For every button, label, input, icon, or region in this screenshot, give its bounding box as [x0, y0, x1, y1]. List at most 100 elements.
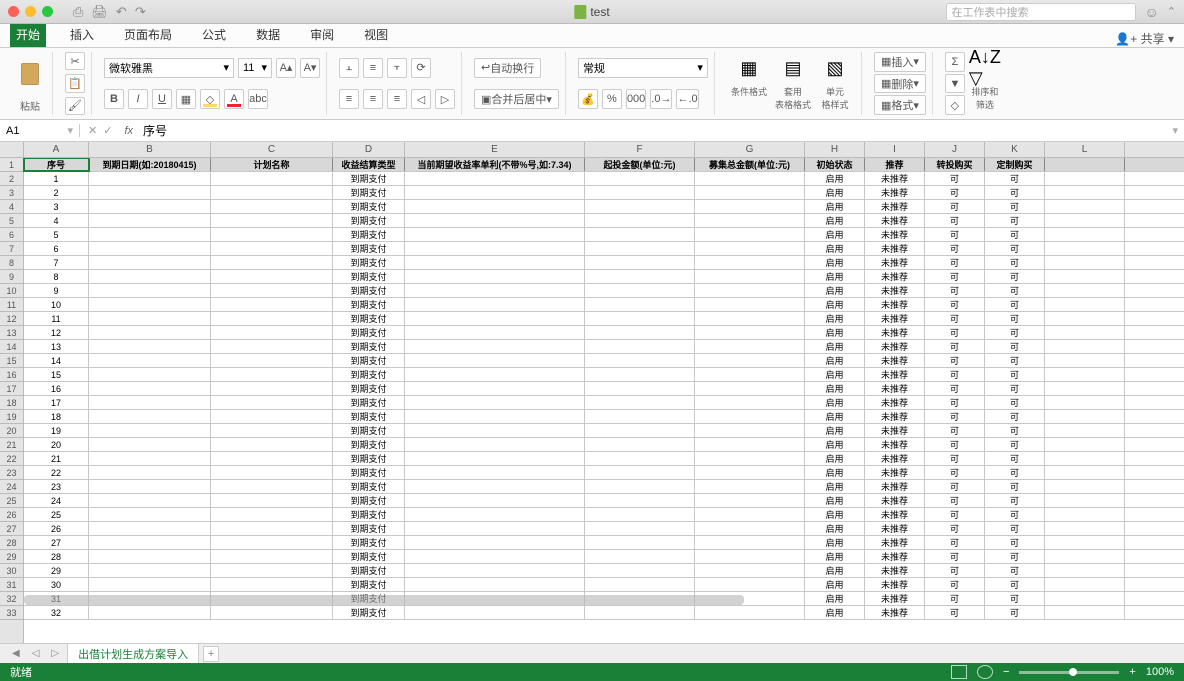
cell[interactable]: 未推荐	[865, 340, 925, 353]
cell[interactable]: 16	[24, 382, 89, 395]
row-header[interactable]: 31	[0, 578, 23, 592]
cell[interactable]: 启用	[805, 480, 865, 493]
cell[interactable]	[585, 186, 695, 199]
row-header[interactable]: 4	[0, 200, 23, 214]
col-header-I[interactable]: I	[865, 142, 925, 157]
cell[interactable]	[1045, 494, 1125, 507]
cell[interactable]: 未推荐	[865, 256, 925, 269]
cell[interactable]: 未推荐	[865, 466, 925, 479]
cell[interactable]	[585, 480, 695, 493]
cell[interactable]: 未推荐	[865, 536, 925, 549]
cell[interactable]	[585, 438, 695, 451]
cell[interactable]	[211, 522, 333, 535]
comma-icon[interactable]: 000	[626, 89, 646, 109]
cell[interactable]	[89, 326, 211, 339]
cell[interactable]	[211, 242, 333, 255]
row-header[interactable]: 30	[0, 564, 23, 578]
cell[interactable]: 到期支付	[333, 410, 405, 423]
cell[interactable]	[585, 466, 695, 479]
cell[interactable]	[211, 382, 333, 395]
undo-icon[interactable]: ↶	[116, 4, 127, 20]
row-header[interactable]: 1	[0, 158, 23, 172]
cell[interactable]	[585, 536, 695, 549]
cell[interactable]	[585, 368, 695, 381]
cell[interactable]: 未推荐	[865, 326, 925, 339]
cell[interactable]	[89, 354, 211, 367]
cell[interactable]: 可	[985, 508, 1045, 521]
cell[interactable]	[1045, 256, 1125, 269]
cell[interactable]: 可	[925, 396, 985, 409]
cell[interactable]	[1045, 396, 1125, 409]
cell[interactable]: 可	[925, 242, 985, 255]
cell[interactable]: 可	[985, 298, 1045, 311]
cell[interactable]: 未推荐	[865, 214, 925, 227]
underline-button[interactable]: U	[152, 89, 172, 109]
cell[interactable]: 启用	[805, 452, 865, 465]
cell[interactable]: 23	[24, 480, 89, 493]
cell[interactable]	[695, 466, 805, 479]
cell[interactable]: 可	[925, 480, 985, 493]
cell[interactable]	[585, 410, 695, 423]
cell[interactable]	[1045, 466, 1125, 479]
cell[interactable]	[695, 578, 805, 591]
cell[interactable]: 可	[985, 172, 1045, 185]
align-bottom-icon[interactable]: ⫟	[387, 58, 407, 78]
cell[interactable]: 可	[925, 326, 985, 339]
cell[interactable]: 募集总金额(单位:元)	[695, 158, 805, 171]
cell[interactable]: 可	[985, 326, 1045, 339]
cell[interactable]: 可	[925, 564, 985, 577]
cell[interactable]: 启用	[805, 550, 865, 563]
cell[interactable]: 11	[24, 312, 89, 325]
cell[interactable]	[89, 438, 211, 451]
row-header[interactable]: 22	[0, 452, 23, 466]
cell[interactable]	[585, 396, 695, 409]
number-format-select[interactable]: 常规▾	[578, 58, 708, 78]
cell[interactable]	[405, 606, 585, 619]
cell[interactable]	[405, 298, 585, 311]
cell[interactable]	[585, 270, 695, 283]
cell[interactable]	[211, 424, 333, 437]
cell[interactable]: 可	[985, 214, 1045, 227]
cell[interactable]: 启用	[805, 368, 865, 381]
cell[interactable]: 序号	[24, 158, 89, 171]
cell[interactable]: 可	[985, 312, 1045, 325]
cell[interactable]: 可	[925, 340, 985, 353]
cell[interactable]	[585, 424, 695, 437]
cell[interactable]: 未推荐	[865, 186, 925, 199]
cell[interactable]: 启用	[805, 410, 865, 423]
row-header[interactable]: 25	[0, 494, 23, 508]
cell[interactable]: 可	[985, 536, 1045, 549]
cell[interactable]: 可	[925, 466, 985, 479]
cell[interactable]	[211, 550, 333, 563]
cell[interactable]: 20	[24, 438, 89, 451]
cell[interactable]: 到期支付	[333, 326, 405, 339]
cell[interactable]	[585, 508, 695, 521]
cell[interactable]: 可	[985, 564, 1045, 577]
cell[interactable]	[405, 270, 585, 283]
cell[interactable]: 可	[985, 256, 1045, 269]
cell[interactable]: 未推荐	[865, 312, 925, 325]
cell[interactable]	[1045, 508, 1125, 521]
cell[interactable]: 可	[925, 270, 985, 283]
cell[interactable]: 到期支付	[333, 242, 405, 255]
cell[interactable]	[405, 214, 585, 227]
cell[interactable]: 可	[925, 578, 985, 591]
cell[interactable]: 起投金额(单位:元)	[585, 158, 695, 171]
cell[interactable]: 可	[925, 200, 985, 213]
format-cells-button[interactable]: ▦ 格式 ▾	[874, 95, 926, 115]
italic-button[interactable]: I	[128, 89, 148, 109]
ribbon-tab-3[interactable]: 公式	[196, 22, 232, 47]
cell[interactable]: 可	[925, 550, 985, 563]
cell[interactable]	[585, 564, 695, 577]
cell[interactable]: 启用	[805, 494, 865, 507]
cancel-formula-icon[interactable]: ✕	[88, 124, 97, 137]
cell[interactable]	[405, 354, 585, 367]
cell[interactable]	[405, 438, 585, 451]
cell[interactable]: 可	[985, 424, 1045, 437]
select-all-corner[interactable]	[0, 142, 24, 157]
cell[interactable]	[585, 256, 695, 269]
fill-color-button[interactable]: ◇	[200, 89, 220, 109]
cell[interactable]: 可	[985, 452, 1045, 465]
cell[interactable]	[1045, 242, 1125, 255]
cell[interactable]	[1045, 200, 1125, 213]
